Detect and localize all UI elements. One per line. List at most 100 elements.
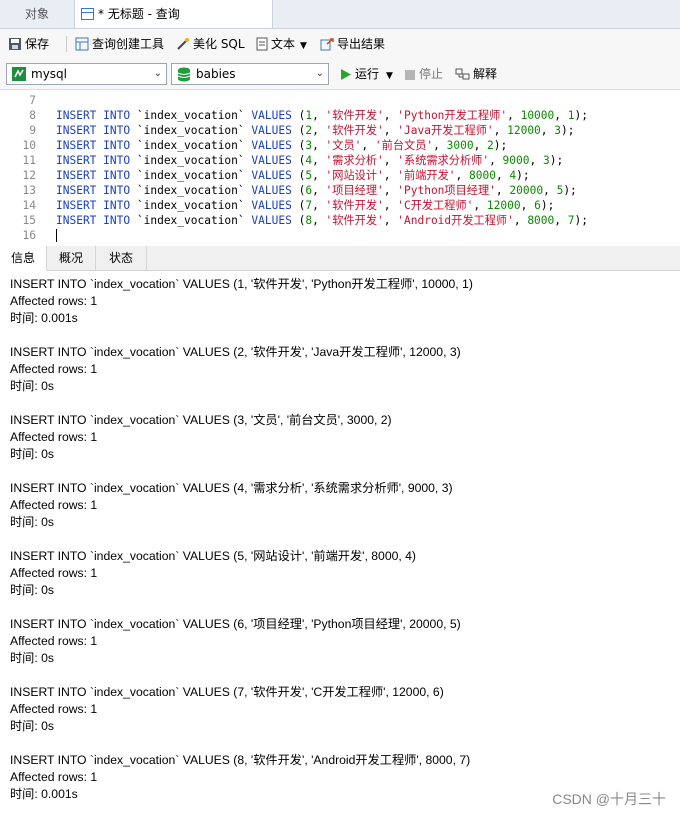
sql-keyword: VALUES (251, 214, 292, 227)
punctuation: , (312, 169, 326, 182)
affected-rows-text: Affected rows: 1 (10, 634, 98, 648)
punctuation: , (554, 214, 568, 227)
beautify-sql-button[interactable]: 美化 SQL (176, 35, 245, 53)
line-number: 13 (22, 184, 36, 197)
watermark: CSDN @十月三十 (552, 791, 666, 807)
sql-string: '项目经理' (325, 184, 384, 197)
execution-time-text: 时间: 0s (10, 515, 55, 529)
document-icon (256, 37, 268, 51)
sql-string: 'Java开发工程师' (397, 124, 494, 137)
punctuation (130, 124, 137, 137)
text-dropdown-button[interactable]: 文本 ▼ (256, 35, 307, 53)
punctuation (130, 214, 137, 227)
result-sql-text: INSERT INTO `index_vocation` VALUES (5, … (10, 549, 416, 563)
execution-time-text: 时间: 0s (10, 651, 55, 665)
sql-number: 8000 (468, 169, 496, 182)
code-line: 9 INSERT INTO `index_vocation` VALUES (2,… (0, 123, 574, 138)
explain-button[interactable]: 解释 (455, 65, 497, 83)
sql-keyword: INSERT (56, 109, 97, 122)
database-icon (177, 67, 191, 82)
sql-string: '软件开发' (325, 124, 384, 137)
punctuation: , (383, 109, 398, 122)
result-sql-text: INSERT INTO `index_vocation` VALUES (7, … (10, 685, 444, 699)
affected-rows-text: Affected rows: 1 (10, 498, 98, 512)
sql-editor[interactable]: 7 8 INSERT INTO `index_vocation` VALUES (1… (0, 90, 680, 243)
save-button[interactable]: 保存 (8, 35, 49, 53)
tab-query[interactable]: * 无标题 - 查询 (75, 0, 273, 28)
execution-time-text: 时间: 0s (10, 379, 55, 393)
chevron-down-icon: ⌄ (315, 68, 324, 79)
tab-status[interactable]: 状态 (96, 246, 147, 270)
sql-number: 9000 (502, 154, 530, 167)
tab-overview[interactable]: 概况 (47, 246, 96, 270)
punctuation: ( (291, 199, 306, 212)
punctuation: ( (291, 214, 306, 227)
code-line: 8 INSERT INTO `index_vocation` VALUES (1,… (0, 108, 588, 123)
result-sql-text: INSERT INTO `index_vocation` VALUES (8, … (10, 753, 471, 767)
database-select[interactable]: babies ⌄ (171, 63, 329, 85)
code-line: 13 INSERT INTO `index_vocation` VALUES (6… (0, 183, 577, 198)
database-value: babies (196, 67, 236, 81)
sql-keyword: INTO (103, 124, 131, 137)
affected-rows-text: Affected rows: 1 (10, 362, 98, 376)
line-number: 7 (29, 94, 36, 107)
query-builder-button[interactable]: 查询创建工具 (75, 35, 164, 53)
connection-select[interactable]: mysql ⌄ (6, 63, 167, 85)
punctuation: , (529, 154, 543, 167)
sql-string: 'Android开发工程师' (397, 214, 514, 227)
punctuation: , (554, 109, 568, 122)
punctuation: , (383, 154, 398, 167)
punctuation (130, 139, 137, 152)
sql-keyword: VALUES (251, 199, 292, 212)
run-button[interactable]: 运行 ▼ (340, 65, 393, 83)
line-number: 8 (29, 109, 36, 122)
sql-string: '软件开发' (325, 199, 384, 212)
code-line: 11 INSERT INTO `index_vocation` VALUES (4… (0, 153, 564, 168)
code-line: 12 INSERT INTO `index_vocation` VALUES (5… (0, 168, 530, 183)
export-results-button[interactable]: 导出结果 (320, 35, 385, 53)
result-spacer (10, 735, 675, 752)
sql-keyword: INTO (103, 214, 131, 227)
line-number: 15 (22, 214, 36, 227)
export-icon (320, 38, 334, 51)
punctuation: , (312, 139, 326, 152)
stop-button[interactable]: 停止 (404, 65, 443, 83)
line-number: 12 (22, 169, 36, 182)
line-number: 9 (29, 124, 36, 137)
result-spacer (10, 327, 675, 344)
mysql-connection-icon (12, 67, 26, 81)
sql-keyword: VALUES (251, 124, 292, 137)
sql-string: '软件开发' (325, 214, 384, 227)
punctuation: ( (291, 139, 306, 152)
sql-keyword: VALUES (251, 169, 292, 182)
punctuation: , (507, 109, 521, 122)
sql-string: 'Python开发工程师' (397, 109, 508, 122)
play-icon (341, 69, 351, 80)
code-line: 16 (0, 228, 56, 243)
export-results-label: 导出结果 (337, 37, 386, 51)
sql-identifier: `index_vocation` (136, 184, 245, 197)
sql-identifier: `index_vocation` (136, 214, 245, 227)
chevron-down-icon: ▼ (300, 41, 307, 51)
text-cursor (56, 229, 57, 242)
sql-keyword: INTO (103, 139, 131, 152)
execution-time-text: 时间: 0s (10, 719, 55, 733)
punctuation: , (520, 199, 535, 212)
code-line: 7 (0, 93, 56, 108)
line-number: 16 (22, 229, 36, 242)
sql-string: 'C开发工程师' (397, 199, 474, 212)
tab-info[interactable]: 信息 (0, 246, 47, 271)
sql-keyword: INSERT (56, 124, 97, 137)
text-label: 文本 (271, 37, 296, 51)
punctuation (130, 199, 137, 212)
punctuation: , (433, 139, 447, 152)
affected-rows-text: Affected rows: 1 (10, 770, 98, 784)
sql-number: 20000 (509, 184, 544, 197)
line-number: 14 (22, 199, 36, 212)
sql-identifier: `index_vocation` (136, 154, 245, 167)
punctuation: ); (563, 184, 577, 197)
punctuation: , (383, 169, 398, 182)
explain-label: 解释 (473, 67, 498, 81)
sql-number: 8000 (527, 214, 555, 227)
tab-objects[interactable]: 对象 (0, 0, 75, 28)
